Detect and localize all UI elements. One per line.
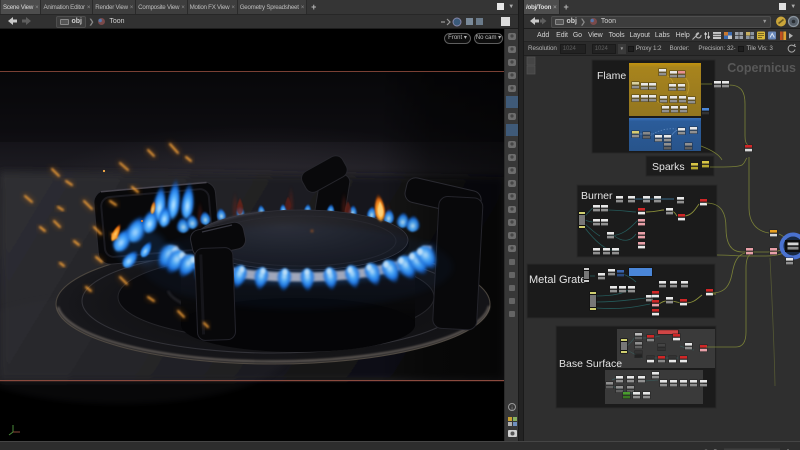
svg-text:Metal Grate: Metal Grate [529,274,586,286]
svg-text:Burner: Burner [581,190,613,202]
svg-text:i: i [511,406,512,412]
svg-text:Sparks: Sparks [652,161,685,173]
svg-text:Copernicus: Copernicus [727,61,796,75]
svg-text:Flame: Flame [597,70,626,82]
svg-text:Base Surface: Base Surface [559,358,622,370]
